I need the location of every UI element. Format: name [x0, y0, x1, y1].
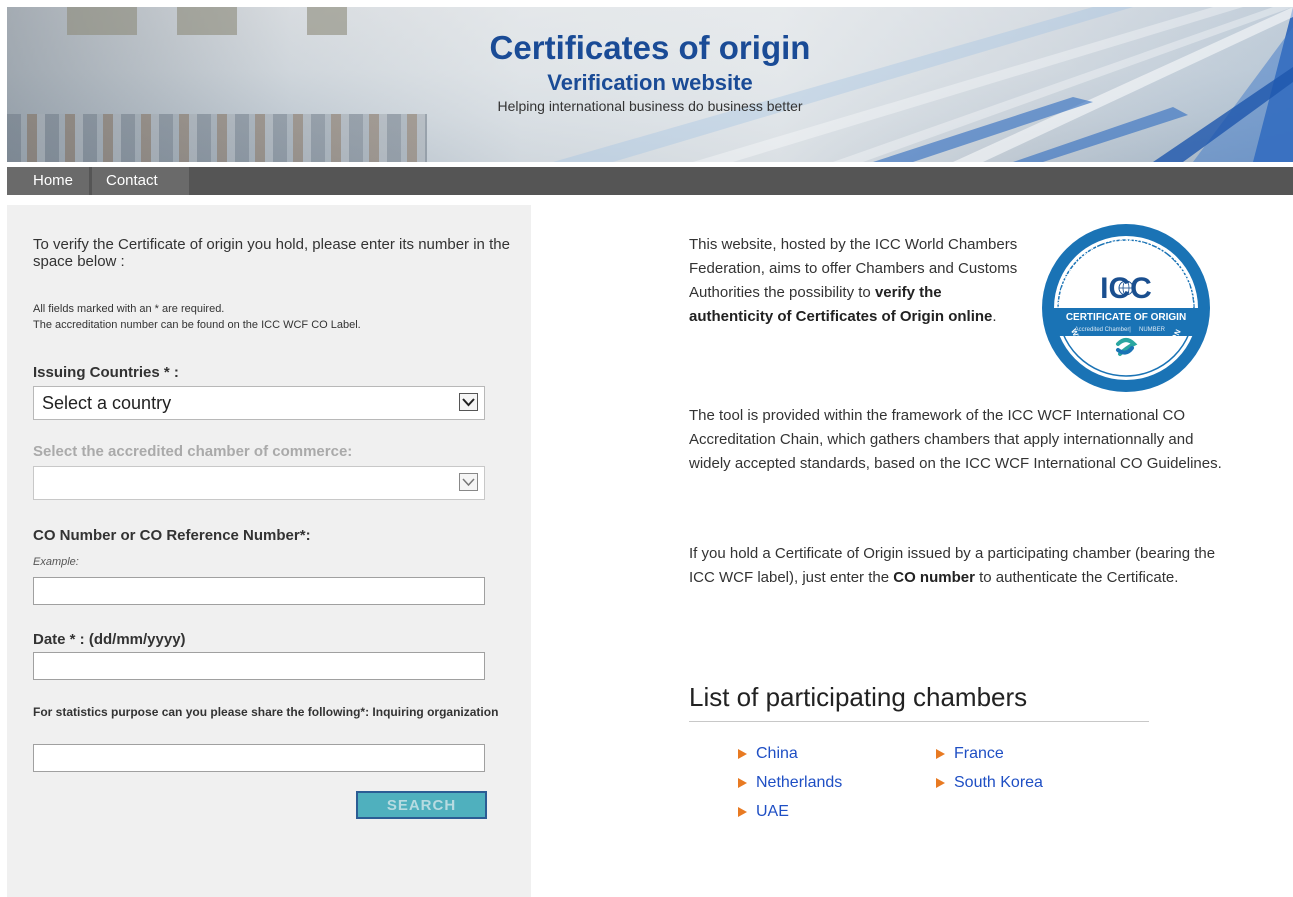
- accreditation-note: The accreditation number can be found on…: [33, 319, 361, 331]
- badge-logo: ICC: [1100, 272, 1152, 305]
- chambers-list-title: List of participating chambers: [689, 681, 1149, 722]
- site-subtitle: Verification website: [547, 70, 753, 95]
- chamber-link-south-korea[interactable]: South Korea: [936, 773, 1043, 793]
- form-intro: To verify the Certificate of origin you …: [33, 236, 510, 270]
- verification-form-panel: To verify the Certificate of origin you …: [7, 205, 531, 897]
- date-input[interactable]: [33, 652, 485, 680]
- chamber-link-label: UAE: [756, 803, 789, 820]
- stats-label: For statistics purpose can you please sh…: [33, 705, 499, 719]
- info-p1-end: .: [992, 308, 997, 325]
- info-paragraph-1: This website, hosted by the ICC World Ch…: [689, 233, 1029, 329]
- chamber-link-uae[interactable]: UAE: [738, 802, 789, 822]
- chamber-link-label: China: [756, 745, 798, 762]
- info-p1-text: This website, hosted by the ICC World Ch…: [689, 236, 1018, 301]
- triangle-right-icon: [738, 749, 747, 759]
- date-label: Date * : (dd/mm/yyyy): [33, 631, 186, 648]
- nav-home[interactable]: Home: [7, 167, 92, 195]
- organization-input[interactable]: [33, 744, 485, 772]
- nav-contact[interactable]: Contact: [92, 167, 192, 195]
- info-p3-bold: CO number: [893, 569, 975, 586]
- triangle-right-icon: [738, 778, 747, 788]
- chevron-down-icon: [459, 393, 478, 411]
- chamber-link-china[interactable]: China: [738, 744, 798, 764]
- country-select[interactable]: Select a country: [33, 386, 485, 420]
- badge-band-sub-right: NUMBER: [1139, 327, 1166, 333]
- form-notes: All fields marked with an * are required…: [33, 301, 361, 333]
- country-label: Issuing Countries * :: [33, 364, 179, 381]
- triangle-right-icon: [936, 778, 945, 788]
- chamber-link-label: France: [954, 745, 1004, 762]
- info-paragraph-3: If you hold a Certificate of Origin issu…: [689, 542, 1229, 590]
- search-button[interactable]: SEARCH: [356, 791, 487, 819]
- co-number-input[interactable]: [33, 577, 485, 605]
- chamber-label: Select the accredited chamber of commerc…: [33, 443, 353, 460]
- badge-band-title: CERTIFICATE OF ORIGIN: [1066, 312, 1186, 323]
- chamber-select[interactable]: [33, 466, 485, 500]
- site-title: Certificates of origin: [489, 29, 811, 66]
- banner-port-containers: [7, 114, 427, 162]
- icc-certificate-badge: INTERNATIONAL CHAMBER OF COMMERCE ICC CE…: [1042, 224, 1210, 392]
- main-nav: Home Contact: [7, 167, 1293, 195]
- header-banner: Certificates of origin Verification webs…: [7, 7, 1293, 162]
- chevron-down-icon: [459, 473, 478, 491]
- banner-text: Certificates of origin Verification webs…: [7, 29, 1293, 115]
- co-number-label: CO Number or CO Reference Number*:: [33, 527, 311, 544]
- badge-band-sub-left: Accredited Chamber: [1075, 327, 1130, 333]
- triangle-right-icon: [936, 749, 945, 759]
- chamber-link-france[interactable]: France: [936, 744, 1004, 764]
- chamber-link-label: South Korea: [954, 774, 1043, 791]
- co-example: Example:: [33, 556, 79, 568]
- chamber-link-netherlands[interactable]: Netherlands: [738, 773, 842, 793]
- triangle-right-icon: [738, 807, 747, 817]
- info-p3-end: to authenticate the Certificate.: [974, 569, 1179, 586]
- site-tagline: Helping international business do busine…: [497, 98, 803, 114]
- info-paragraph-2: The tool is provided within the framewor…: [689, 407, 1222, 472]
- country-select-value: Select a country: [42, 393, 172, 413]
- chamber-link-label: Netherlands: [756, 774, 843, 791]
- required-note: All fields marked with an * are required…: [33, 303, 225, 315]
